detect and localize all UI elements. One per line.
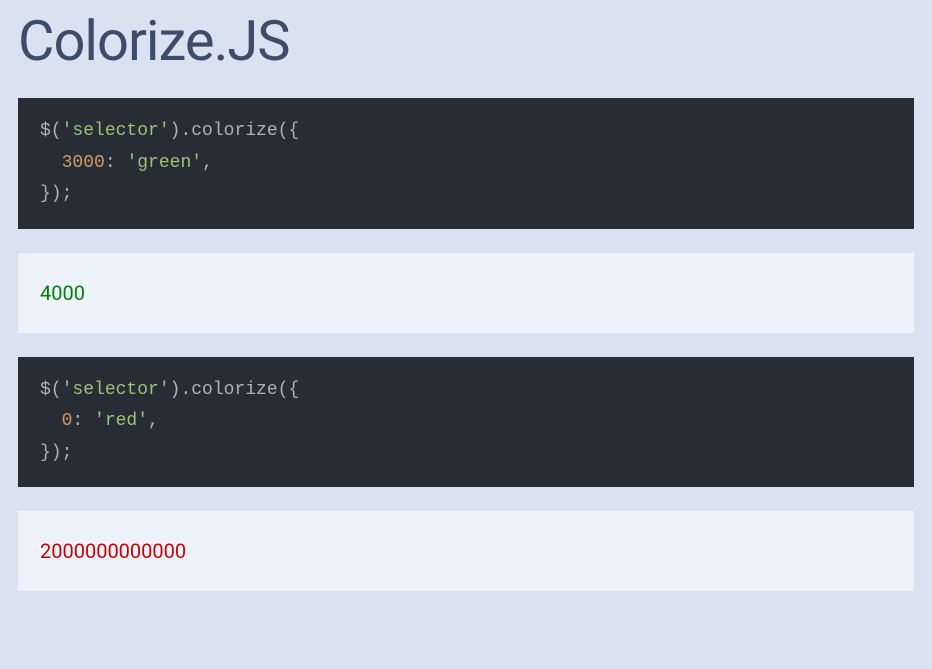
code-block-1: $('selector').colorize({ 3000: 'green',}… [18, 98, 914, 229]
code-token [40, 153, 62, 173]
code-token: , [148, 411, 159, 431]
code-token: ({ [278, 121, 300, 141]
output-block-1: 4000 [18, 253, 914, 333]
code-token: colorize [191, 121, 277, 141]
code-token: , [202, 153, 213, 173]
code-block-2: $('selector').colorize({ 0: 'red',}); [18, 357, 914, 488]
code-token: ({ [278, 380, 300, 400]
code-token: 3000 [62, 153, 105, 173]
code-token: $( [40, 121, 62, 141]
code-token: 0 [62, 411, 73, 431]
code-token: 'selector' [62, 121, 170, 141]
code-token: colorize [191, 380, 277, 400]
code-token: : [72, 411, 94, 431]
code-token: 'red' [94, 411, 148, 431]
output-value: 2000000000000 [40, 539, 186, 563]
code-token: $( [40, 380, 62, 400]
code-token: ). [170, 380, 192, 400]
output-value: 4000 [40, 281, 85, 305]
page-title: Colorize.JS [18, 8, 914, 74]
code-token [40, 411, 62, 431]
code-token: }); [40, 443, 72, 463]
code-token: : [105, 153, 127, 173]
output-block-2: 2000000000000 [18, 511, 914, 591]
code-token: 'green' [126, 153, 202, 173]
code-token: ). [170, 121, 192, 141]
code-token: 'selector' [62, 380, 170, 400]
code-token: }); [40, 184, 72, 204]
